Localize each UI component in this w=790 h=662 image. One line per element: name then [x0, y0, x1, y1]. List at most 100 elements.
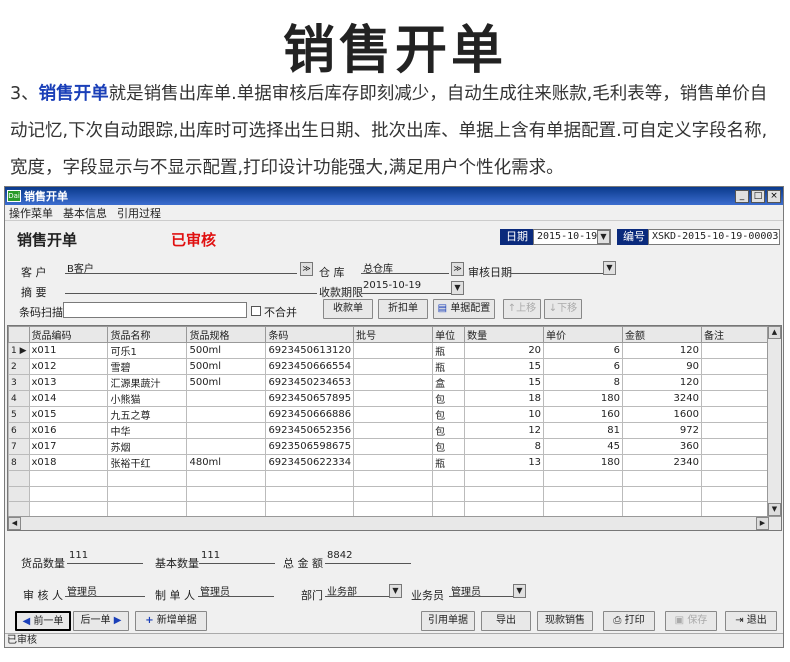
table-cell[interactable] [543, 485, 624, 502]
customer-picker-icon[interactable]: ≫ [300, 262, 313, 276]
table-row[interactable]: 7 x017 苏烟 6923506598675 包 8 45 360 [8, 438, 781, 455]
table-cell[interactable] [353, 422, 434, 439]
table-cell[interactable]: 180 [543, 390, 624, 407]
grid-vertical-scrollbar[interactable]: ▲ ▼ [767, 326, 781, 516]
table-cell[interactable]: 15 [464, 374, 545, 391]
col-quantity[interactable]: 数量 [464, 326, 545, 343]
table-cell[interactable]: 雪碧 [107, 358, 188, 375]
table-cell[interactable] [432, 485, 466, 502]
table-cell[interactable]: x011 [28, 342, 109, 359]
table-row[interactable]: 8 x018 张裕干红 480ml 6923450622334 瓶 13 180 2340 [8, 454, 781, 471]
table-cell[interactable] [543, 470, 624, 487]
table-cell[interactable]: 汇源果蔬汁 [107, 374, 188, 391]
table-cell[interactable] [28, 485, 109, 502]
date-dropdown-icon[interactable]: ▼ [597, 230, 610, 244]
table-cell[interactable]: 瓶 [432, 358, 466, 375]
table-cell[interactable]: 500ml [186, 358, 267, 375]
table-cell[interactable] [186, 485, 267, 502]
table-cell[interactable]: 160 [543, 406, 624, 423]
table-cell[interactable]: 1600 [622, 406, 702, 423]
table-cell[interactable] [186, 422, 267, 439]
table-cell[interactable]: 15 [464, 358, 545, 375]
col-amount[interactable]: 金额 [622, 326, 702, 343]
table-cell[interactable] [353, 406, 434, 423]
customer-field[interactable]: B客户 [65, 260, 297, 275]
table-cell[interactable]: 包 [432, 422, 466, 439]
table-cell[interactable] [464, 470, 545, 487]
save-button[interactable]: ▣ 保存 [665, 611, 717, 631]
export-button[interactable]: 导出 [481, 611, 531, 631]
move-up-button[interactable]: ↑上移 [503, 299, 541, 319]
minimize-button[interactable]: _ [735, 189, 749, 203]
table-cell[interactable]: 500ml [186, 342, 267, 359]
table-cell[interactable] [353, 438, 434, 455]
scroll-down-icon[interactable]: ▼ [768, 503, 781, 516]
table-cell[interactable] [265, 470, 355, 487]
table-cell[interactable]: 小熊猫 [107, 390, 188, 407]
table-cell[interactable] [353, 358, 434, 375]
salesperson-field[interactable]: 管理员 [449, 583, 517, 598]
table-cell[interactable]: 90 [622, 358, 702, 375]
col-item-code[interactable]: 货品编码 [28, 326, 109, 343]
menu-reference[interactable]: 引用过程 [117, 205, 161, 221]
table-cell[interactable]: 张裕干红 [107, 454, 188, 471]
table-cell[interactable]: 120 [622, 342, 702, 359]
table-cell[interactable]: x017 [28, 438, 109, 455]
col-item-name[interactable]: 货品名称 [107, 326, 188, 343]
table-cell[interactable]: 6 [543, 358, 624, 375]
table-cell[interactable]: 6923506598675 [265, 438, 355, 455]
table-cell[interactable]: 可乐1 [107, 342, 188, 359]
collect-order-button[interactable]: 收款单 [323, 299, 373, 319]
table-cell[interactable]: 九五之尊 [107, 406, 188, 423]
table-row[interactable]: 4 x014 小熊猫 6923450657895 包 18 180 3240 [8, 390, 781, 407]
doc-config-button[interactable]: ▤ 单据配置 [433, 299, 495, 319]
table-cell[interactable]: 18 [464, 390, 545, 407]
collect-deadline-field[interactable]: 2015-10-19 [361, 280, 451, 294]
no-merge-checkbox[interactable] [251, 306, 261, 316]
table-row[interactable]: 6 x016 中华 6923450652356 包 12 81 972 [8, 422, 781, 439]
table-cell[interactable]: 6923450652356 [265, 422, 355, 439]
discount-order-button[interactable]: 折扣单 [378, 299, 428, 319]
table-cell[interactable] [353, 374, 434, 391]
col-unit-price[interactable]: 单价 [543, 326, 624, 343]
table-cell[interactable]: 包 [432, 406, 466, 423]
table-cell[interactable]: 360 [622, 438, 702, 455]
table-cell[interactable]: 盒 [432, 374, 466, 391]
table-cell[interactable]: 3240 [622, 390, 702, 407]
prev-order-button[interactable]: ◀ 前一单 [15, 611, 71, 631]
table-cell[interactable]: 2340 [622, 454, 702, 471]
table-cell[interactable] [432, 501, 466, 518]
table-cell[interactable] [186, 501, 267, 518]
table-cell[interactable]: 12 [464, 422, 545, 439]
col-batch-no[interactable]: 批号 [353, 326, 434, 343]
audit-date-dropdown-icon[interactable]: ▼ [603, 261, 616, 275]
table-cell[interactable] [107, 470, 188, 487]
empty-row[interactable] [8, 470, 781, 487]
table-cell[interactable]: 81 [543, 422, 624, 439]
empty-row[interactable] [8, 485, 781, 502]
table-cell[interactable]: 20 [464, 342, 545, 359]
next-order-button[interactable]: 后一单 ▶ [73, 611, 129, 631]
table-cell[interactable]: x014 [28, 390, 109, 407]
menu-operations[interactable]: 操作菜单 [9, 205, 53, 221]
table-cell[interactable]: 480ml [186, 454, 267, 471]
table-cell[interactable] [353, 501, 434, 518]
table-cell[interactable]: 8 [464, 438, 545, 455]
table-cell[interactable]: 6923450234653 [265, 374, 355, 391]
table-cell[interactable]: x013 [28, 374, 109, 391]
close-button[interactable]: × [767, 189, 781, 203]
col-unit[interactable]: 单位 [432, 326, 466, 343]
table-cell[interactable] [265, 501, 355, 518]
menu-basic-info[interactable]: 基本信息 [63, 205, 107, 221]
table-cell[interactable] [107, 485, 188, 502]
maximize-button[interactable]: □ [751, 189, 765, 203]
table-cell[interactable]: x018 [28, 454, 109, 471]
table-cell[interactable]: 6923450657895 [265, 390, 355, 407]
table-cell[interactable] [543, 501, 624, 518]
table-row[interactable]: 2 x012 雪碧 500ml 6923450666554 瓶 15 6 90 [8, 358, 781, 375]
col-item-spec[interactable]: 货品规格 [186, 326, 267, 343]
table-cell[interactable] [353, 485, 434, 502]
table-cell[interactable]: 6923450613120 [265, 342, 355, 359]
empty-row[interactable] [8, 501, 781, 518]
table-cell[interactable] [622, 485, 702, 502]
